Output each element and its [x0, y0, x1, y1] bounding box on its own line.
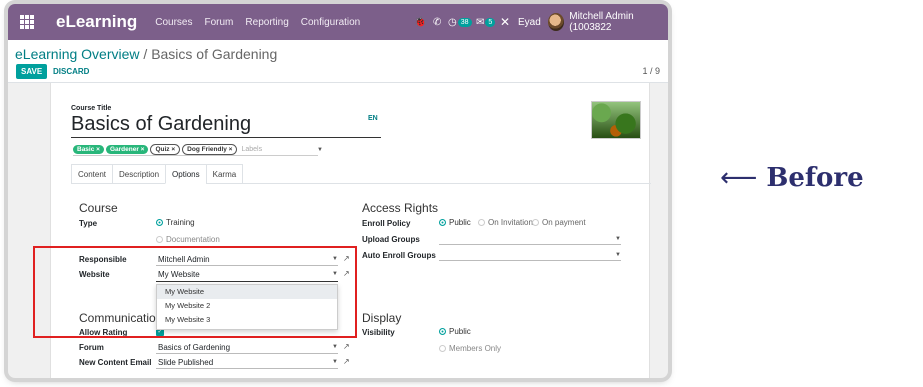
phone-icon[interactable]: ✆	[433, 4, 441, 40]
forum-chevron-down-icon[interactable]: ▼	[332, 344, 338, 350]
before-label: Before	[766, 163, 864, 193]
new-content-email-field[interactable]: Slide Published	[158, 358, 213, 367]
menu-configuration[interactable]: Configuration	[301, 17, 360, 28]
display-heading: Display	[362, 311, 402, 325]
email-external-link-icon[interactable]: ↗	[343, 357, 350, 366]
enroll-option-public[interactable]: Public	[439, 218, 471, 227]
course-title-label: Course Title	[71, 105, 112, 112]
radio-visibility-public-icon	[439, 328, 446, 335]
tags-placeholder[interactable]: Labels	[241, 146, 262, 153]
enroll-policy-label: Enroll Policy	[362, 219, 411, 228]
activity-badge: 38	[457, 17, 472, 27]
tag-gardener[interactable]: Gardener ×	[105, 145, 149, 154]
enroll-invitation-label: On Invitation	[488, 218, 533, 227]
avatar	[548, 13, 565, 31]
apps-menu-icon[interactable]	[20, 15, 34, 29]
tags-underline	[73, 155, 318, 156]
tab-description[interactable]: Description	[112, 164, 167, 184]
user-menu[interactable]: Mitchell Admin (1003822	[548, 4, 668, 40]
messages-icon[interactable]: ✉ 5	[476, 4, 496, 40]
bug-icon[interactable]: 🐞	[414, 4, 426, 40]
company-switcher[interactable]: Eyad	[518, 4, 541, 40]
visibility-public-label: Public	[449, 327, 471, 336]
tab-options[interactable]: Options	[165, 164, 207, 184]
access-rights-heading: Access Rights	[362, 201, 439, 215]
before-annotation: ⟵ Before	[720, 163, 864, 193]
new-content-email-label: New Content Email	[79, 358, 152, 367]
menu-reporting[interactable]: Reporting	[245, 17, 288, 28]
type-documentation-label: Documentation	[166, 235, 220, 244]
upload-groups-chevron-down-icon[interactable]: ▼	[615, 236, 621, 242]
visibility-label: Visibility	[362, 328, 395, 337]
enroll-option-payment[interactable]: On payment	[532, 218, 586, 227]
pager[interactable]: 1 / 9	[642, 66, 660, 76]
messages-badge: 5	[485, 17, 496, 27]
tag-dog-friendly[interactable]: Dog Friendly ×	[182, 144, 238, 155]
notebook-tabs: Content Description Options Karma	[71, 164, 651, 184]
forum-underline	[156, 353, 338, 354]
email-underline	[156, 368, 338, 369]
enroll-option-invitation[interactable]: On Invitation	[478, 218, 533, 227]
visibility-option-members[interactable]: Members Only	[439, 344, 501, 353]
auto-enroll-groups-label: Auto Enroll Groups	[362, 251, 436, 260]
menu-forum[interactable]: Forum	[205, 17, 234, 28]
upload-groups-field[interactable]	[439, 244, 621, 245]
tags-field[interactable]: Basic × Gardener × Quiz × Dog Friendly ×…	[73, 144, 262, 155]
breadcrumb: eLearning Overview / Basics of Gardening	[15, 46, 277, 62]
app-brand[interactable]: eLearning	[56, 12, 137, 32]
left-arrow-icon: ⟵	[720, 163, 758, 193]
menu-courses[interactable]: Courses	[155, 17, 192, 28]
visibility-members-label: Members Only	[449, 344, 502, 353]
title-underline	[71, 137, 381, 138]
radio-public-icon	[439, 219, 446, 226]
type-training-label: Training	[166, 218, 195, 227]
breadcrumb-current: Basics of Gardening	[151, 46, 278, 62]
course-heading: Course	[79, 201, 118, 215]
tab-karma[interactable]: Karma	[205, 164, 244, 184]
highlight-box	[33, 246, 357, 338]
auto-enroll-groups-field[interactable]	[439, 260, 621, 261]
type-option-documentation[interactable]: Documentation	[156, 235, 220, 244]
close-icon[interactable]: ✕	[500, 4, 510, 40]
radio-members-icon	[439, 345, 446, 352]
forum-external-link-icon[interactable]: ↗	[343, 342, 350, 351]
upload-groups-label: Upload Groups	[362, 235, 420, 244]
control-panel: eLearning Overview / Basics of Gardening…	[8, 40, 668, 83]
language-button[interactable]: EN	[368, 115, 378, 122]
top-navbar: eLearning Courses Forum Reporting Config…	[8, 4, 668, 40]
radio-training-icon	[156, 219, 163, 226]
radio-payment-icon	[532, 219, 539, 226]
tags-chevron-down-icon[interactable]: ▼	[317, 147, 323, 153]
course-image[interactable]	[591, 101, 641, 139]
auto-enroll-chevron-down-icon[interactable]: ▼	[615, 252, 621, 258]
forum-label: Forum	[79, 343, 104, 352]
forum-field[interactable]: Basics of Gardening	[158, 343, 230, 352]
tag-quiz[interactable]: Quiz ×	[150, 144, 181, 155]
enroll-public-label: Public	[449, 218, 471, 227]
visibility-option-public[interactable]: Public	[439, 327, 471, 336]
user-name: Mitchell Admin (1003822	[569, 11, 634, 33]
tag-basic[interactable]: Basic ×	[73, 145, 104, 154]
type-label: Type	[79, 219, 98, 228]
save-button[interactable]: SAVE	[16, 64, 48, 79]
email-chevron-down-icon[interactable]: ▼	[332, 359, 338, 365]
breadcrumb-parent[interactable]: eLearning Overview	[15, 46, 140, 62]
tab-content[interactable]: Content	[71, 164, 114, 184]
activity-icon[interactable]: ◷ 38	[448, 4, 472, 40]
course-title-input[interactable]: Basics of Gardening	[71, 113, 251, 136]
enroll-payment-label: On payment	[542, 218, 586, 227]
radio-documentation-icon	[156, 236, 163, 243]
breadcrumb-separator: /	[139, 46, 152, 62]
radio-invitation-icon	[478, 219, 485, 226]
discard-button[interactable]: DISCARD	[53, 64, 89, 79]
type-option-training[interactable]: Training	[156, 218, 195, 227]
